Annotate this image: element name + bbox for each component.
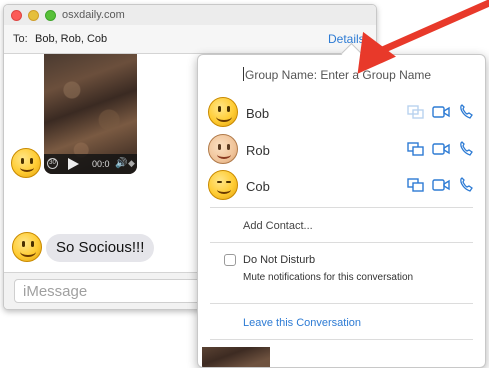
avatar-mouth bbox=[20, 163, 34, 172]
cob-avatar bbox=[208, 170, 238, 200]
divider bbox=[210, 303, 473, 304]
do-not-disturb-description: Mute notifications for this conversation bbox=[243, 272, 414, 283]
participant-name: Cob bbox=[246, 179, 270, 194]
video-time: 00:0 bbox=[92, 159, 110, 169]
video-attachment[interactable]: 30 00:0 🔊 ◆ bbox=[44, 54, 137, 174]
screen-share-icon[interactable] bbox=[407, 104, 425, 120]
fullscreen-icon[interactable]: ◆ bbox=[128, 158, 135, 169]
group-name-placeholder: Group Name: Enter a Group Name bbox=[245, 68, 432, 82]
avatar-eye bbox=[226, 181, 231, 183]
video-call-icon[interactable] bbox=[432, 141, 450, 157]
bob-avatar bbox=[208, 97, 238, 127]
screen-share-icon[interactable] bbox=[407, 141, 425, 157]
avatar-mouth bbox=[217, 185, 231, 194]
participant-name: Rob bbox=[246, 143, 270, 158]
divider bbox=[210, 207, 473, 208]
window-title: osxdaily.com bbox=[62, 9, 125, 21]
video-call-icon[interactable] bbox=[432, 177, 450, 193]
participant-row-bob: Bob bbox=[198, 95, 485, 131]
divider bbox=[210, 242, 473, 243]
divider bbox=[210, 339, 473, 340]
message-bubble: So Socious!!! bbox=[46, 234, 155, 262]
rob-avatar bbox=[208, 134, 238, 164]
phone-call-icon[interactable] bbox=[458, 177, 476, 193]
media-thumbnail[interactable] bbox=[202, 347, 270, 367]
screen-share-icon[interactable] bbox=[407, 177, 425, 193]
avatar-eye bbox=[217, 181, 222, 183]
participant-name: Bob bbox=[246, 106, 270, 121]
replay-icon[interactable]: 30 bbox=[47, 158, 58, 169]
phone-call-icon[interactable] bbox=[458, 141, 476, 157]
phone-call-icon[interactable] bbox=[458, 104, 476, 120]
do-not-disturb-checkbox[interactable] bbox=[224, 254, 236, 266]
details-button[interactable]: Details bbox=[328, 32, 365, 46]
zoom-button[interactable] bbox=[45, 10, 56, 21]
text-cursor bbox=[243, 67, 244, 81]
group-name-field[interactable]: Group Name: Enter a Group Name bbox=[243, 67, 431, 82]
participant-row-rob: Rob bbox=[198, 132, 485, 168]
to-label: To: bbox=[13, 33, 28, 45]
play-icon[interactable] bbox=[68, 158, 79, 170]
avatar-mouth bbox=[217, 150, 231, 159]
title-bar: osxdaily.com bbox=[4, 5, 376, 25]
recipients-bar: To: Bob, Rob, Cob Details bbox=[4, 25, 376, 54]
recipients-names[interactable]: Bob, Rob, Cob bbox=[35, 33, 107, 45]
sender-avatar bbox=[12, 232, 42, 262]
video-call-icon[interactable] bbox=[432, 104, 450, 120]
close-button[interactable] bbox=[11, 10, 22, 21]
sender-avatar bbox=[11, 148, 41, 178]
video-controls: 30 00:0 🔊 ◆ bbox=[44, 154, 137, 174]
minimize-button[interactable] bbox=[28, 10, 39, 21]
avatar-mouth bbox=[20, 246, 36, 257]
details-popover: Group Name: Enter a Group Name Bob Rob C… bbox=[197, 54, 486, 368]
leave-conversation-button[interactable]: Leave this Conversation bbox=[243, 317, 361, 329]
volume-icon[interactable]: 🔊 bbox=[115, 158, 127, 169]
arrow-shaft bbox=[374, 0, 489, 56]
do-not-disturb-label: Do Not Disturb bbox=[243, 254, 316, 266]
participant-row-cob: Cob bbox=[198, 168, 485, 204]
avatar-mouth bbox=[216, 111, 232, 122]
add-contact-button[interactable]: Add Contact... bbox=[243, 220, 313, 232]
